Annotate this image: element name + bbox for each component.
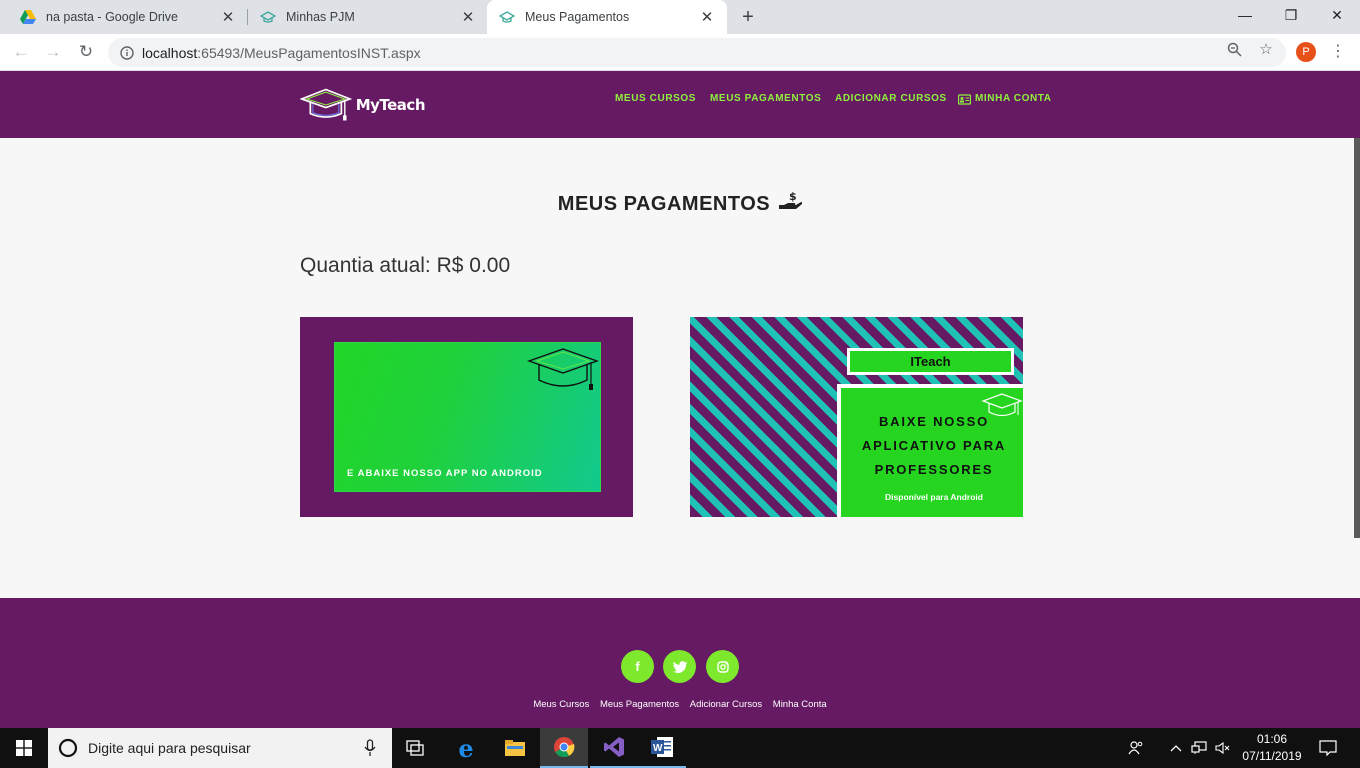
logo-text: MyTeach [355, 96, 426, 114]
back-icon[interactable]: ← [10, 41, 32, 63]
promo-subtitle: Disponível para Android [885, 492, 983, 502]
chrome-icon[interactable] [540, 728, 588, 768]
close-tab-icon[interactable]: ✕ [460, 9, 476, 26]
user-card-icon [957, 92, 972, 110]
footer-link-adicionar-cursos[interactable]: Adicionar Cursos [690, 699, 762, 710]
menu-kebab-icon[interactable]: ⋮ [1330, 42, 1346, 62]
facebook-icon[interactable]: f [621, 650, 654, 683]
svg-text:W: W [653, 743, 663, 754]
volume-muted-icon[interactable] [1208, 728, 1238, 768]
google-drive-icon [20, 10, 36, 24]
banner-inner: E ABAIXE NOSSO APP NO ANDROID [334, 342, 601, 492]
clock-date: 07/11/2019 [1242, 749, 1302, 763]
info-icon[interactable] [120, 45, 134, 60]
banner-text: E ABAIXE NOSSO APP NO ANDROID [347, 468, 543, 479]
close-window-icon[interactable]: ✕ [1314, 0, 1360, 30]
address-bar[interactable]: localhost:65493/MeusPagamentosINST.aspx [108, 38, 1286, 67]
footer-link-meus-cursos[interactable]: Meus Cursos [533, 699, 589, 710]
nav-minha-conta[interactable]: MINHA CONTA [975, 93, 1052, 104]
microphone-icon[interactable] [364, 739, 376, 757]
site-header: MyTeach MEUS CURSOS MEUS PAGAMENTOS ADIC… [0, 71, 1360, 138]
browser-tab-strip: na pasta - Google Drive ✕ Minhas PJM ✕ M… [0, 0, 1360, 34]
page-title: MEUS PAGAMENTOS $ [0, 190, 1360, 216]
people-icon[interactable] [1116, 728, 1156, 768]
word-icon[interactable]: W [638, 728, 686, 768]
clock-time: 01:06 [1256, 732, 1288, 746]
zoom-icon[interactable] [1225, 40, 1243, 58]
page-scrollbar[interactable] [1354, 138, 1360, 538]
tab-title: Minhas PJM [286, 10, 355, 24]
reload-icon[interactable]: ↻ [75, 41, 97, 63]
file-explorer-icon[interactable] [491, 728, 539, 768]
current-amount: Quantia atual: R$ 0.00 [300, 254, 511, 277]
iteach-label: ITeach [847, 348, 1014, 375]
edge-icon[interactable]: e [442, 728, 490, 768]
svg-text:$: $ [789, 190, 797, 203]
url-path: :65493/MeusPagamentosINST.aspx [197, 44, 421, 61]
twitter-icon[interactable] [663, 650, 696, 683]
iteach-app-banner[interactable]: ITeach BAIXE NOSSO APLICATIVO PARA PROFE… [690, 317, 1023, 517]
nav-meus-cursos[interactable]: MEUS CURSOS [615, 93, 696, 104]
graduation-cap-icon [527, 348, 599, 390]
visual-studio-icon[interactable] [590, 728, 638, 768]
forward-icon[interactable]: → [42, 41, 64, 63]
graduation-cap-icon [260, 11, 276, 23]
site-footer: f Meus Cursos Meus Pagamentos Adicionar … [0, 598, 1360, 728]
promo-box: BAIXE NOSSO APLICATIVO PARA PROFESSORES … [837, 384, 1023, 517]
task-view-icon[interactable] [392, 728, 440, 768]
instagram-icon[interactable] [706, 650, 739, 683]
footer-link-meus-pagamentos[interactable]: Meus Pagamentos [600, 699, 679, 710]
footer-link-minha-conta[interactable]: Minha Conta [773, 699, 827, 710]
page-title-text: MEUS PAGAMENTOS [557, 193, 771, 215]
new-tab-icon[interactable]: + [738, 7, 758, 27]
promo-line-1: BAIXE NOSSO [878, 414, 990, 429]
tab-google-drive[interactable]: na pasta - Google Drive ✕ [8, 0, 248, 34]
profile-avatar[interactable]: P [1296, 42, 1316, 62]
browser-toolbar: ← → ↻ localhost:65493/MeusPagamentosINST… [0, 34, 1360, 71]
cortana-icon [58, 738, 78, 758]
windows-start-icon[interactable] [0, 728, 48, 768]
tab-title: Meus Pagamentos [525, 10, 630, 24]
taskbar-clock[interactable]: 01:06 07/11/2019 [1240, 731, 1304, 765]
site-logo[interactable]: MyTeach [300, 83, 426, 127]
nav-adicionar-cursos[interactable]: ADICIONAR CURSOS [835, 93, 947, 104]
notification-center-icon[interactable] [1306, 728, 1350, 768]
graduation-cap-logo-icon [300, 88, 352, 121]
restore-icon[interactable]: ❐ [1268, 0, 1314, 30]
windows-taskbar: Digite aqui para pesquisar e W 01:06 07/… [0, 728, 1360, 768]
main-content: MEUS PAGAMENTOS $ Quantia atual: R$ 0.00… [0, 138, 1360, 598]
promo-line-2: APLICATIVO PARA [861, 438, 1007, 453]
url-host: localhost [142, 44, 198, 61]
hand-money-icon: $ [779, 190, 803, 209]
tab-meus-pagamentos[interactable]: Meus Pagamentos ✕ [487, 0, 727, 34]
tab-minhas-pjm[interactable]: Minhas PJM ✕ [248, 0, 488, 34]
promo-line-3: PROFESSORES [874, 462, 994, 477]
graduation-cap-icon [499, 11, 515, 23]
nav-meus-pagamentos[interactable]: MEUS PAGAMENTOS [710, 93, 821, 104]
taskbar-search-box[interactable]: Digite aqui para pesquisar [48, 728, 392, 768]
tab-title: na pasta - Google Drive [46, 10, 179, 24]
bookmark-star-icon[interactable]: ☆ [1257, 40, 1275, 58]
android-app-banner[interactable]: E ABAIXE NOSSO APP NO ANDROID [300, 317, 633, 517]
footer-links: Meus Cursos Meus Pagamentos Adicionar Cu… [0, 699, 1360, 710]
close-tab-icon[interactable]: ✕ [699, 9, 715, 26]
search-placeholder: Digite aqui para pesquisar [88, 740, 251, 756]
minimize-icon[interactable]: — [1222, 0, 1268, 30]
close-tab-icon[interactable]: ✕ [220, 9, 236, 26]
